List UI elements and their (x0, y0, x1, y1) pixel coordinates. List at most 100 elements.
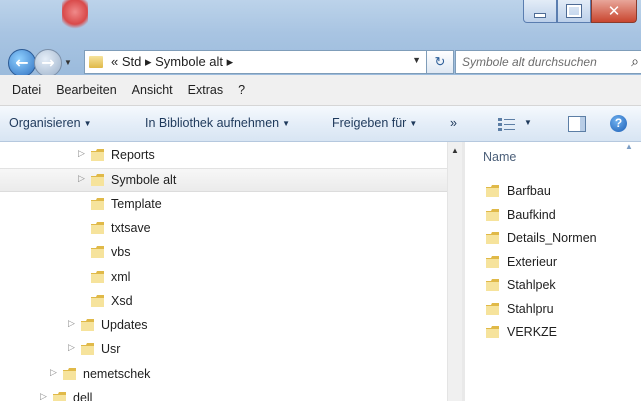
organize-label: Organisieren (9, 116, 81, 130)
menu-bar: Datei Bearbeiten Ansicht Extras ? (0, 75, 641, 106)
folder-icon (52, 391, 67, 401)
nav-scrollbar[interactable]: ▲ (447, 142, 463, 401)
folder-icon (90, 294, 105, 308)
list-item[interactable]: Barfbau (465, 180, 641, 202)
tree-item-label: Usr (101, 342, 121, 357)
share-button[interactable]: Freigeben für ▼ (332, 116, 417, 130)
forward-arrow-icon: → (41, 53, 55, 72)
folder-icon (485, 302, 500, 316)
tree-item-label: Template (111, 196, 162, 211)
more-commands-button[interactable]: » (450, 116, 457, 130)
folder-icon (90, 148, 105, 162)
tree-item-label: Xsd (111, 293, 133, 308)
folder-icon (90, 197, 105, 211)
folder-icon (80, 342, 95, 356)
tree-item-label: Updates (101, 318, 148, 333)
list-item[interactable]: Exterieur (465, 251, 641, 273)
navigation-pane: ▷ Reports ▷ Symbole alt Template txtsave vbs xm… (0, 142, 447, 401)
back-button[interactable]: ← (8, 49, 36, 77)
search-placeholder[interactable]: Symbole alt durchsuchen (462, 55, 597, 69)
close-button[interactable]: ✕ (591, 0, 637, 23)
chevron-down-icon: ▼ (83, 119, 92, 129)
list-item[interactable]: Stahlpru (465, 298, 641, 320)
minimize-button[interactable] (523, 0, 557, 23)
expand-arrow-icon[interactable]: ▷ (40, 392, 47, 401)
address-bar[interactable]: « Std ▸ Symbole alt ▸ ▼ (84, 50, 428, 74)
minimize-icon (534, 12, 546, 18)
folder-icon (90, 221, 105, 235)
refresh-button[interactable]: ↻ (426, 50, 454, 74)
search-icon[interactable]: ⌕ (631, 53, 639, 70)
list-item-label: Details_Normen (507, 231, 597, 245)
expand-arrow-icon[interactable]: ▷ (78, 149, 85, 159)
list-item-label: Exterieur (507, 254, 558, 269)
menu-extras[interactable]: Extras (185, 83, 226, 97)
folder-icon (485, 184, 500, 198)
list-item[interactable]: Details_Normen (465, 227, 641, 249)
add-to-library-button[interactable]: In Bibliothek aufnehmen ▼ (145, 116, 290, 130)
list-item[interactable]: Baufkind (465, 204, 641, 226)
folder-icon (80, 318, 95, 332)
menu-ansicht[interactable]: Ansicht (129, 83, 176, 97)
folder-icon (485, 278, 500, 292)
window-controls: ✕ (523, 0, 637, 26)
tree-item[interactable]: ▷ Reports (0, 144, 447, 166)
folder-icon (90, 270, 105, 284)
maximize-button[interactable] (557, 0, 591, 23)
name-column-header[interactable]: Name (483, 150, 516, 164)
chevron-down-icon: ▼ (409, 119, 418, 129)
command-bar: Organisieren ▼ In Bibliothek aufnehmen ▼ F… (0, 106, 641, 142)
tree-item-label: Symbole alt (111, 173, 177, 188)
list-item[interactable]: Stahlpek (465, 274, 641, 296)
expand-arrow-icon[interactable]: ▷ (68, 343, 75, 353)
folder-icon (485, 255, 500, 269)
list-item[interactable]: VERKZE (465, 321, 641, 343)
expand-arrow-icon[interactable]: ▷ (50, 368, 57, 378)
list-item-label: Stahlpek (507, 278, 556, 292)
tree-item[interactable]: ▷ Usr (0, 338, 447, 360)
tree-item[interactable]: vbs (0, 241, 447, 263)
search-box[interactable]: Symbole alt durchsuchen ⌕ (455, 50, 641, 74)
scroll-up-icon[interactable]: ▲ (451, 146, 459, 155)
recent-pages-dropdown[interactable]: ▼ (64, 58, 72, 67)
view-dropdown-icon[interactable]: ▼ (524, 118, 532, 127)
tree-item[interactable]: Template (0, 193, 447, 215)
tree-item-label: txtsave (111, 220, 151, 235)
folder-icon (90, 245, 105, 259)
title-bar: ✕ ← → ▼ « Std ▸ Symbole alt ▸ ▼ ↻ Symbol… (0, 0, 641, 77)
forward-button[interactable]: → (34, 49, 62, 77)
preview-pane-icon[interactable] (568, 116, 586, 132)
list-item-label: Barfbau (507, 184, 551, 198)
help-icon[interactable]: ? (610, 115, 627, 132)
expand-arrow-icon[interactable]: ▷ (78, 174, 85, 184)
folder-icon (62, 367, 77, 381)
folder-icon (90, 173, 105, 187)
tree-item-label: Reports (111, 148, 155, 162)
tree-item[interactable]: ▷ nemetschek (0, 363, 447, 385)
organize-button[interactable]: Organisieren ▼ (9, 116, 92, 130)
tree-item[interactable]: xml (0, 266, 447, 288)
maximize-icon (566, 4, 582, 18)
view-options-icon[interactable] (498, 117, 516, 131)
refresh-icon: ↻ (434, 54, 446, 69)
tree-item[interactable]: ▷ Updates (0, 314, 447, 336)
folder-icon (485, 208, 500, 222)
list-item-label: Stahlpru (507, 301, 554, 316)
address-dropdown-icon[interactable]: ▼ (412, 55, 421, 65)
sort-up-icon: ▲ (625, 142, 633, 151)
file-list: Name ▲ Barfbau Baufkind Details_Normen Exte… (465, 142, 641, 401)
app-icon (62, 0, 88, 30)
library-label: In Bibliothek aufnehmen (145, 116, 280, 130)
tree-item[interactable]: Xsd (0, 290, 447, 312)
menu-bearbeiten[interactable]: Bearbeiten (53, 83, 119, 97)
tree-item[interactable]: txtsave (0, 217, 447, 239)
tree-item-label: dell (73, 391, 93, 401)
share-label: Freigeben für (332, 116, 407, 130)
menu-help[interactable]: ? (235, 83, 248, 97)
tree-item[interactable]: ▷ Symbole alt (0, 168, 447, 193)
menu-datei[interactable]: Datei (9, 83, 44, 97)
tree-item[interactable]: ▷ dell (0, 387, 447, 401)
expand-arrow-icon[interactable]: ▷ (68, 319, 75, 329)
tree-item-label: nemetschek (83, 366, 151, 381)
address-path[interactable]: « Std ▸ Symbole alt ▸ (111, 54, 233, 70)
